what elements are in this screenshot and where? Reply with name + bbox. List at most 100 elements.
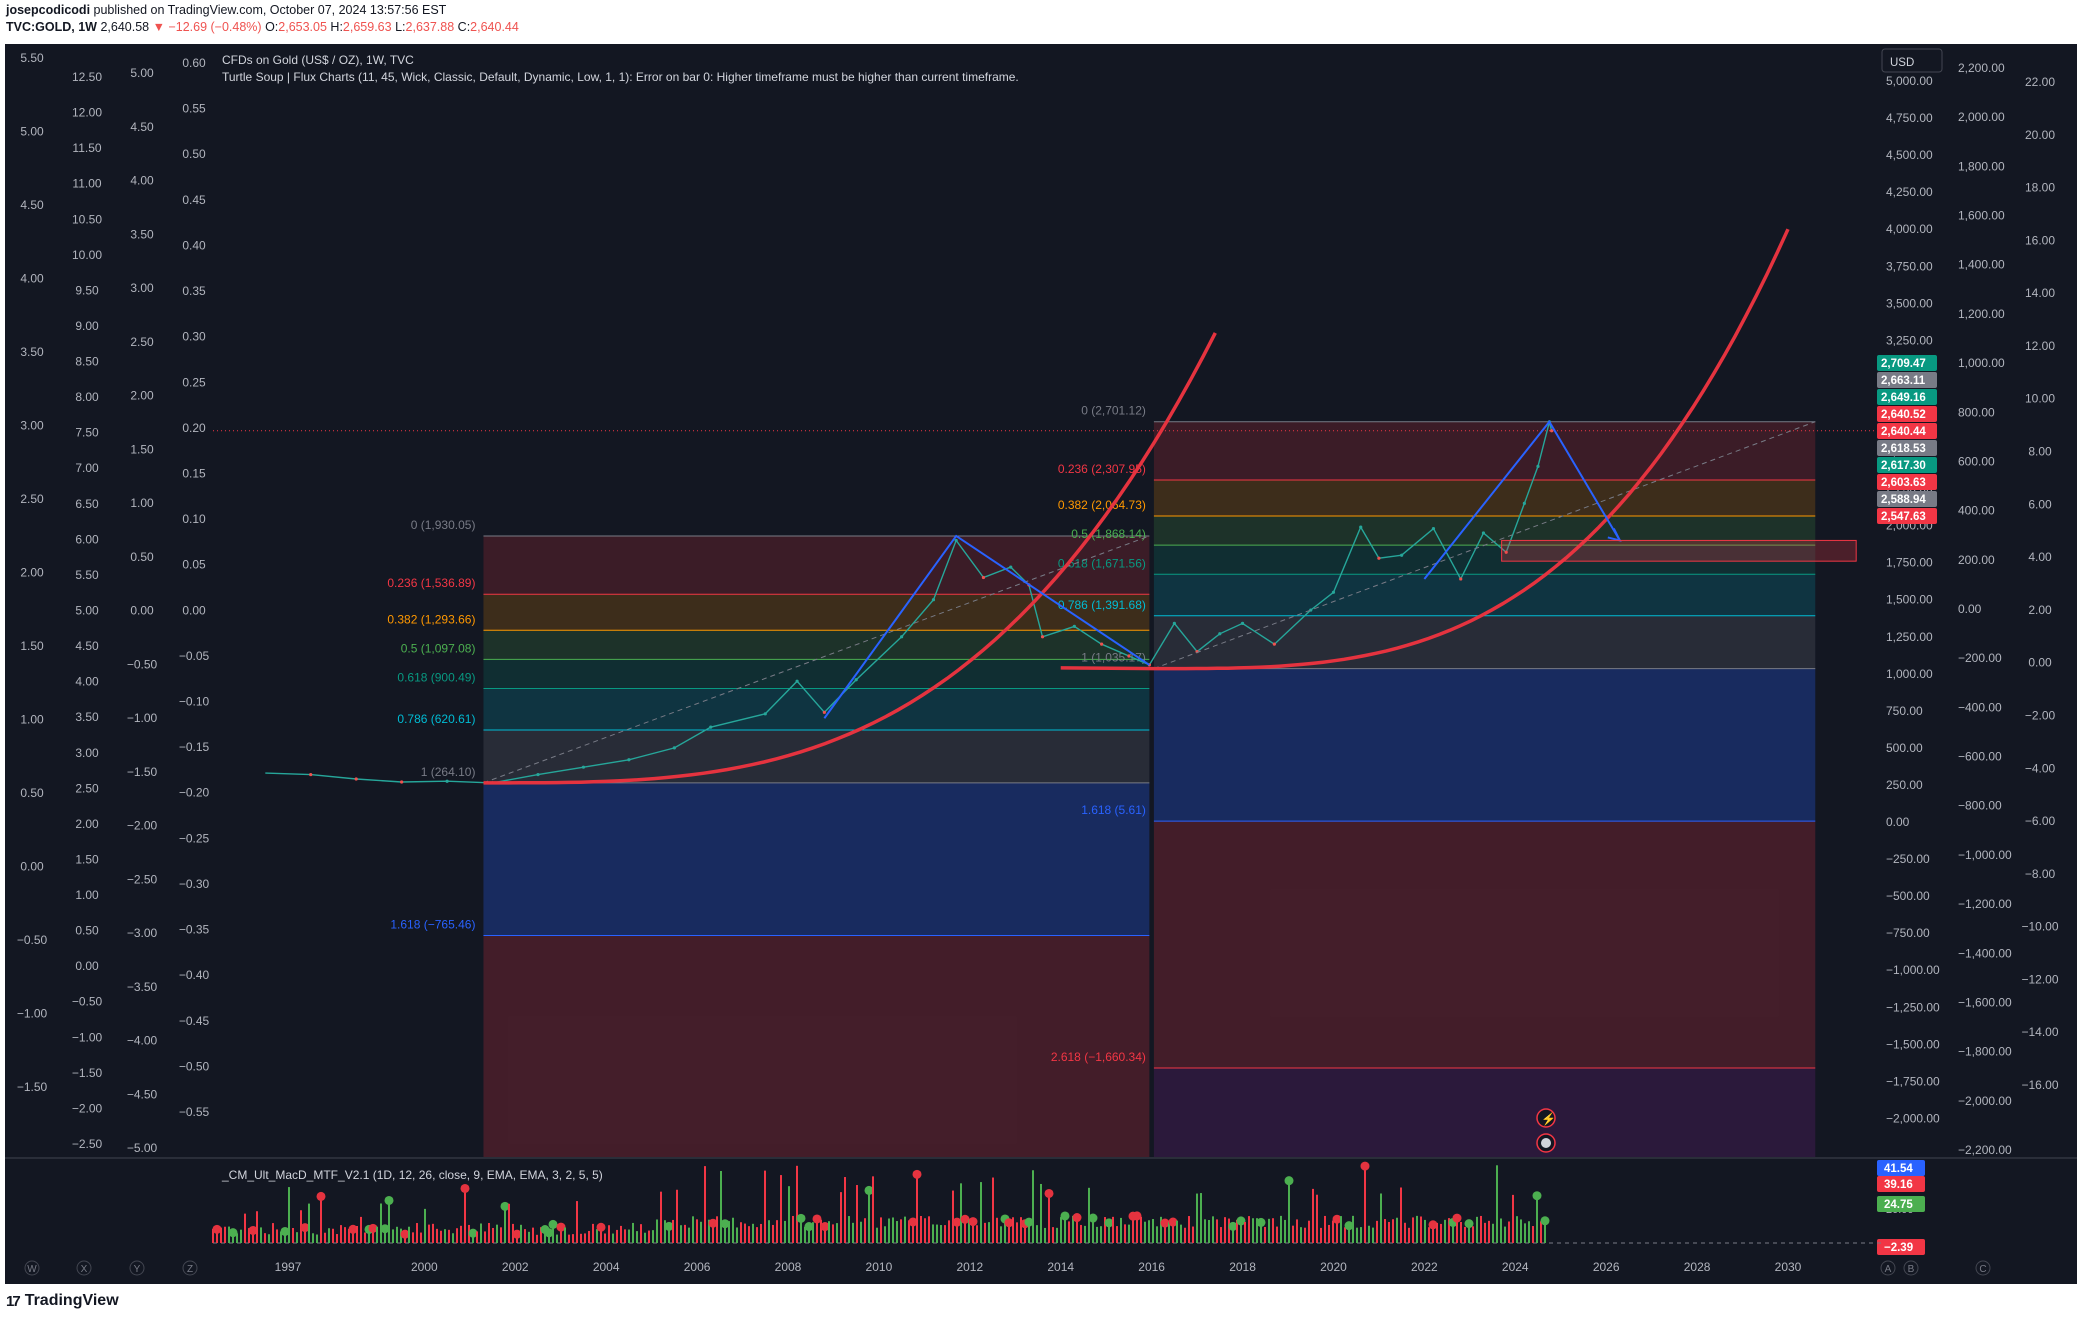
price-point: [1550, 429, 1554, 433]
right-axis-3-tick: 16.00: [2025, 233, 2055, 247]
left-axis-1-tick: −1.00: [17, 1007, 48, 1021]
scale-letter: C: [1979, 1264, 1986, 1275]
price-point: [1127, 654, 1131, 658]
price-axis-tick: 4,750.00: [1886, 111, 1933, 125]
price-axis-tick: −1,750.00: [1886, 1074, 1940, 1088]
right-axis-2-tick: 800.00: [1958, 405, 1995, 419]
left-axis-3-tick: −2.50: [127, 872, 158, 886]
left-axis-2-tick: 3.50: [75, 710, 99, 724]
scale-letter: Y: [134, 1264, 141, 1275]
right-axis-3-tick: −2.00: [2025, 708, 2056, 722]
tradingview-footer[interactable]: 17 TradingView: [6, 1292, 119, 1310]
macd-cross-dot: [596, 1222, 606, 1232]
left-axis-2-tick: 4.50: [75, 639, 99, 653]
fib-2001-zone: [483, 730, 1150, 783]
left-axis-3-tick: 2.00: [130, 389, 154, 403]
x-axis-tick: 2026: [1593, 1260, 1620, 1274]
fib-2015-zone: [1153, 615, 1816, 669]
left-axis-4-tick: 0.30: [182, 330, 206, 344]
left-axis-2-tick: 5.00: [75, 604, 99, 618]
scale-letter: A: [1885, 1264, 1892, 1275]
left-axis-2-tick: 3.00: [75, 746, 99, 760]
target-zone: [1501, 539, 1857, 562]
fib-2001-level-label: 0 (1,930.05): [411, 518, 476, 532]
left-axis-2-tick: 2.50: [75, 781, 99, 795]
price-point: [822, 710, 826, 714]
left-axis-4-tick: 0.10: [182, 512, 206, 526]
x-axis-tick: 2022: [1411, 1260, 1438, 1274]
x-axis-tick: 2002: [502, 1260, 529, 1274]
price-axis-tick: 3,250.00: [1886, 333, 1933, 347]
fib-2001-level-label: 0.236 (1,536.89): [387, 576, 475, 590]
left-axis-3-tick: −2.00: [127, 819, 158, 833]
price-badge-label: 2,640.44: [1881, 426, 1926, 438]
right-axis-3-tick: 20.00: [2025, 128, 2055, 142]
left-axis-1-tick: 5.50: [20, 51, 44, 65]
chart-canvas[interactable]: 0 (1,930.05) 0.236 (1,536.89) 0.382 (1,293…: [0, 0, 2080, 1318]
left-axis-3-tick: −1.00: [127, 711, 158, 725]
left-axis-1-tick: 4.50: [20, 198, 44, 212]
left-axis-2-tick: 7.50: [75, 426, 99, 440]
right-axis-2-tick: −1,400.00: [1958, 946, 2012, 960]
right-axis-2-tick: 200.00: [1958, 553, 1995, 567]
left-axis-2-tick: 5.50: [75, 568, 99, 582]
fib-2001-level-label: 0.786 (620.61): [397, 712, 475, 726]
price-point: [1072, 624, 1076, 628]
macd-cross-dot: [1532, 1191, 1542, 1201]
left-axis-2-tick: −2.50: [72, 1137, 103, 1151]
left-axis-1-tick: 0.50: [20, 786, 44, 800]
price-point: [709, 725, 713, 729]
fib-2001-level-label: 1 (264.10): [421, 765, 476, 779]
right-axis-2-tick: 1,800.00: [1958, 159, 2005, 173]
left-axis-4-tick: −0.50: [179, 1059, 210, 1073]
right-axis-3-tick: 6.00: [2028, 497, 2052, 511]
left-axis-3-tick: 3.50: [130, 227, 154, 241]
left-axis-4-tick: −0.10: [179, 695, 210, 709]
left-axis-3-tick: −0.50: [127, 657, 158, 671]
price-point: [981, 575, 986, 580]
price-point: [1431, 526, 1436, 531]
price-badge-label: 2,663.11: [1881, 375, 1926, 387]
left-axis-4-tick: 0.50: [182, 147, 206, 161]
left-axis-4-tick: 0.45: [182, 193, 206, 207]
left-axis-1-tick: −0.50: [17, 933, 48, 947]
left-axis-3-tick: 4.00: [130, 174, 154, 188]
left-axis-3-tick: −3.50: [127, 980, 158, 994]
left-axis-4-tick: 0.55: [182, 102, 206, 116]
left-axis-4-tick: −0.25: [179, 831, 210, 845]
fib-2015-level-label: 1.618 (5.61): [1081, 803, 1146, 817]
price-axis-tick: 0.00: [1886, 815, 1910, 829]
price-axis-tick: −1,000.00: [1886, 963, 1940, 977]
price-axis-tick: 4,500.00: [1886, 148, 1933, 162]
left-axis-1-tick: −1.50: [17, 1080, 48, 1094]
x-axis-tick: 2024: [1502, 1260, 1529, 1274]
right-axis-3-tick: 22.00: [2025, 75, 2055, 89]
macd-badge-label: 41.54: [1884, 1163, 1913, 1175]
legend-title: CFDs on Gold (US$ / OZ), 1W, TVC: [222, 53, 414, 67]
macd-badge-label: 39.16: [1884, 1179, 1913, 1191]
right-axis-3-tick: 18.00: [2025, 181, 2055, 195]
price-point: [763, 712, 767, 716]
fib-2015-zone: [1153, 668, 1816, 822]
fib-2001-level-label: 1.618 (−765.46): [390, 917, 475, 931]
fib-2015-zone: [1153, 479, 1816, 517]
left-axis-2-tick: 10.50: [72, 212, 102, 226]
price-axis-tick: 1,250.00: [1886, 630, 1933, 644]
price-point: [1459, 577, 1463, 581]
right-axis-3-tick: 0.00: [2028, 656, 2052, 670]
price-point: [400, 780, 404, 784]
price-point: [672, 746, 676, 750]
legend-indicator: Turtle Soup | Flux Charts (11, 45, Wick,…: [222, 70, 1019, 84]
x-axis-tick: 1997: [275, 1260, 302, 1274]
price-point: [854, 678, 858, 682]
price-point: [1359, 525, 1363, 529]
right-axis-3-tick: −14.00: [2021, 1025, 2058, 1039]
price-point: [627, 758, 631, 762]
x-axis-tick: 2004: [593, 1260, 620, 1274]
price-point: [1009, 565, 1013, 569]
price-point: [954, 538, 958, 543]
price-point: [1400, 553, 1404, 557]
scale-letter: B: [1908, 1264, 1915, 1275]
fib-2015-level-label: 0.5 (1,868.14): [1071, 527, 1146, 541]
left-axis-4-tick: −0.40: [179, 968, 210, 982]
